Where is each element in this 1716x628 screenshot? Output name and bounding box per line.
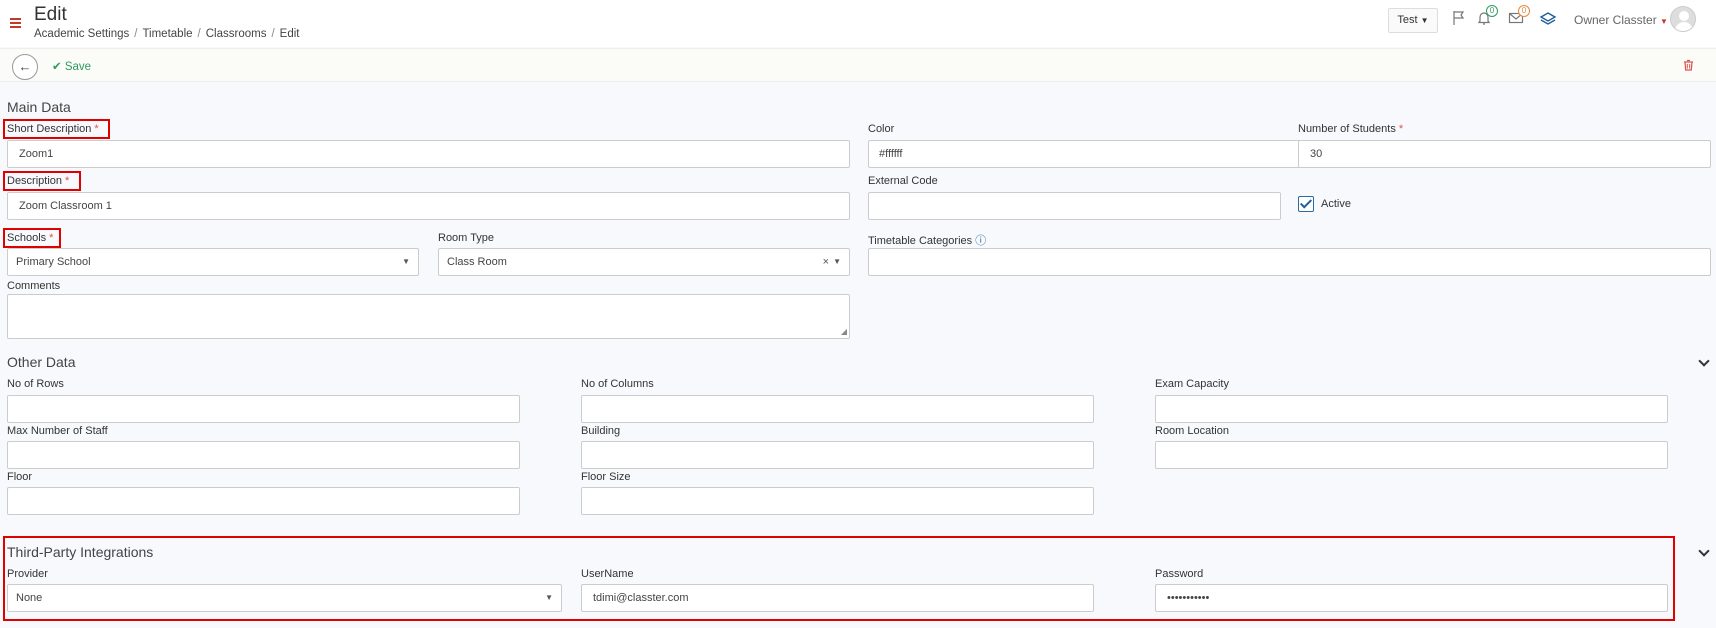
chevron-down-icon: ▼ — [833, 257, 841, 266]
floor-input[interactable] — [7, 487, 520, 515]
breadcrumb-classrooms[interactable]: Classrooms — [206, 28, 267, 40]
timetable-categories-input[interactable] — [868, 248, 1711, 276]
active-checkbox[interactable] — [1298, 196, 1314, 212]
highlight-description — [3, 171, 81, 191]
save-button[interactable]: ✔ Save — [52, 59, 91, 73]
exam-capacity-input[interactable] — [1155, 395, 1668, 423]
max-number-of-staff-label: Max Number of Staff — [7, 425, 108, 437]
action-toolbar: ← ✔ Save — [0, 48, 1716, 82]
exam-capacity-label: Exam Capacity — [1155, 378, 1229, 390]
resize-handle-icon[interactable]: ◢ — [841, 327, 847, 336]
short-description-input[interactable]: Zoom1 — [7, 140, 850, 168]
number-of-students-label: Number of Students * — [1298, 123, 1404, 135]
check-icon: ✔ — [52, 61, 62, 73]
timetable-categories-label: Timetable Categories ⓘ — [868, 235, 987, 247]
provider-select[interactable]: None ▼ — [7, 584, 562, 612]
comments-textarea[interactable]: ◢ — [7, 294, 850, 339]
chevron-down-icon[interactable] — [1698, 545, 1710, 557]
third-party-title: Third-Party Integrations — [7, 544, 154, 560]
no-of-rows-input[interactable] — [7, 395, 520, 423]
active-label: Active — [1321, 198, 1351, 210]
other-data-title: Other Data — [7, 354, 76, 370]
user-menu[interactable]: Owner Classter ▼ — [1574, 13, 1668, 27]
caret-down-icon: ▼ — [1660, 17, 1668, 26]
trash-icon[interactable] — [1683, 59, 1694, 74]
menu-icon[interactable] — [10, 18, 21, 28]
breadcrumb-timetable[interactable]: Timetable — [142, 28, 192, 40]
provider-value: None — [16, 592, 43, 604]
layers-icon[interactable] — [1539, 10, 1557, 28]
color-label: Color — [868, 123, 895, 135]
floor-size-label: Floor Size — [581, 471, 631, 483]
external-code-input[interactable] — [868, 192, 1281, 220]
info-icon[interactable]: ⓘ — [975, 235, 986, 247]
highlight-short-description — [3, 119, 110, 139]
avatar[interactable] — [1670, 6, 1696, 32]
chevron-down-icon[interactable] — [1698, 355, 1710, 367]
messages-badge: 0 — [1518, 5, 1530, 17]
breadcrumb-edit: Edit — [279, 28, 300, 40]
room-location-label: Room Location — [1155, 425, 1229, 437]
comments-label: Comments — [7, 280, 61, 292]
room-type-select[interactable]: Class Room × ▼ — [438, 248, 850, 276]
no-of-columns-label: No of Columns — [581, 378, 654, 390]
provider-label: Provider — [7, 568, 48, 580]
caret-down-icon: ▼ — [1420, 16, 1429, 25]
main-data-title: Main Data — [7, 99, 71, 115]
schools-value: Primary School — [16, 256, 91, 268]
top-header: Edit Academic Settings / Timetable / Classro… — [0, 0, 1716, 47]
room-type-label: Room Type — [438, 232, 495, 244]
highlight-schools — [3, 228, 61, 248]
room-location-input[interactable] — [1155, 441, 1668, 469]
floor-label: Floor — [7, 471, 33, 483]
max-number-of-staff-input[interactable] — [7, 441, 520, 469]
username-label: UserName — [581, 568, 634, 580]
room-type-value: Class Room — [447, 256, 507, 268]
save-label: Save — [64, 61, 92, 73]
color-value: #ffffff — [879, 148, 903, 160]
arrow-left-icon: ← — [18, 59, 32, 74]
notifications-badge: 0 — [1486, 5, 1498, 17]
password-label: Password — [1155, 568, 1204, 580]
building-input[interactable] — [581, 441, 1094, 469]
username-input[interactable]: tdimi@classter.com — [581, 584, 1094, 612]
clear-icon[interactable]: × — [823, 249, 829, 275]
building-label: Building — [581, 425, 621, 437]
page-title: Edit — [34, 4, 67, 25]
back-button[interactable]: ← — [12, 54, 38, 80]
chevron-down-icon: ▼ — [402, 257, 410, 266]
no-of-columns-input[interactable] — [581, 395, 1094, 423]
password-input[interactable]: ••••••••••• — [1155, 584, 1668, 612]
flag-icon[interactable] — [1450, 10, 1468, 28]
external-code-label: External Code — [868, 175, 938, 187]
schools-select[interactable]: Primary School ▼ — [7, 248, 419, 276]
environment-dropdown[interactable]: Test ▼ — [1388, 8, 1438, 33]
floor-size-input[interactable] — [581, 487, 1094, 515]
environment-label: Test — [1397, 14, 1418, 26]
chevron-down-icon: ▼ — [545, 593, 553, 602]
user-name: Owner Classter — [1574, 13, 1657, 27]
number-of-students-input[interactable]: 30 — [1298, 140, 1711, 168]
breadcrumb-academic-settings[interactable]: Academic Settings — [34, 28, 129, 40]
no-of-rows-label: No of Rows — [7, 378, 64, 390]
breadcrumb: Academic Settings / Timetable / Classrooms / E… — [34, 28, 300, 40]
description-input[interactable]: Zoom Classroom 1 — [7, 192, 850, 220]
